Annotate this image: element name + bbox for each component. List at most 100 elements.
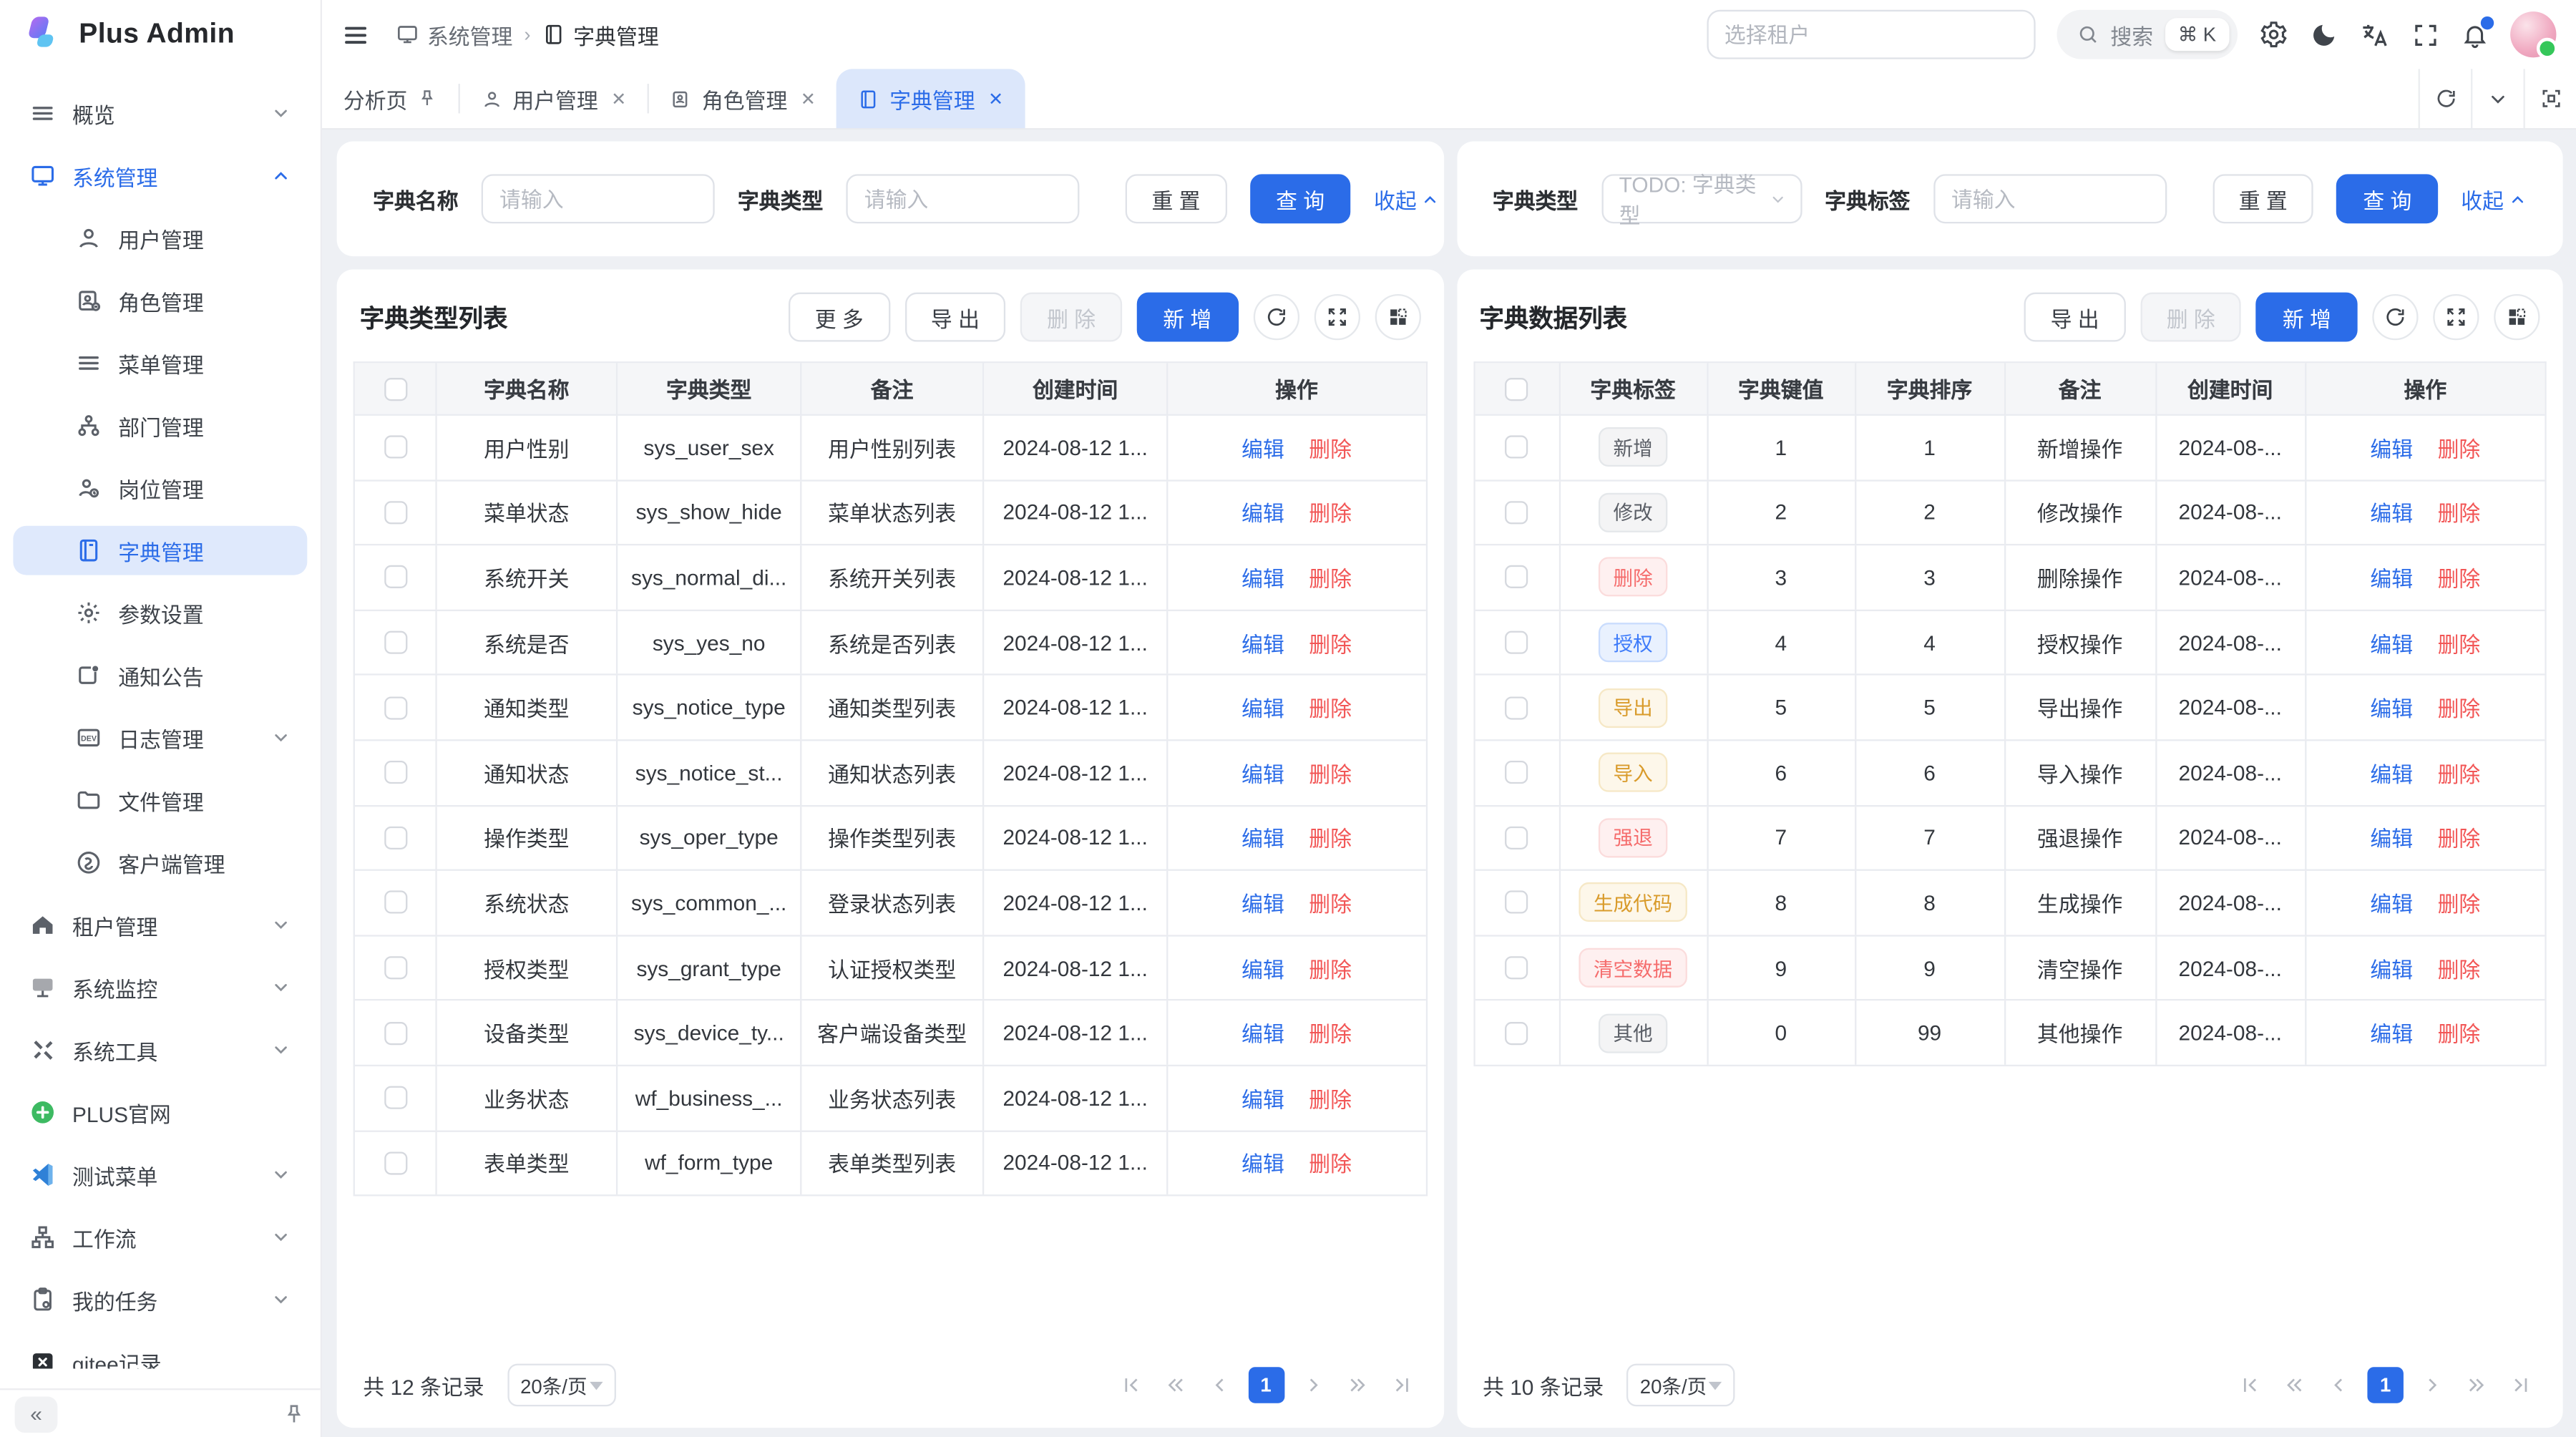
edit-link[interactable]: 编辑 [1241,562,1284,593]
delete-link[interactable]: 删除 [2438,822,2481,854]
row-checkbox[interactable] [1505,827,1528,849]
dict-name-input[interactable] [482,174,715,223]
delete-link[interactable]: 删除 [2438,692,2481,724]
last-page-icon[interactable] [2504,1369,2537,1402]
row-checkbox[interactable] [1505,501,1528,524]
add-button[interactable]: 新 增 [1136,293,1237,342]
dict-type-select[interactable]: TODO: 字典类型 [1601,174,1802,223]
select-all-checkbox[interactable] [384,377,406,400]
delete-link[interactable]: 删除 [1309,1147,1352,1179]
sidebar-item-tenant-mgmt[interactable]: 租户管理 [13,900,307,950]
row-checkbox[interactable] [384,566,406,589]
user-avatar[interactable] [2510,11,2556,57]
edit-link[interactable]: 编辑 [1241,692,1284,724]
delete-link[interactable]: 删除 [2438,757,2481,789]
edit-link[interactable]: 编辑 [2370,887,2413,919]
column-settings-icon[interactable] [1375,294,1420,340]
delete-link[interactable]: 删除 [2438,953,2481,984]
edit-link[interactable]: 编辑 [2370,497,2413,528]
delete-link[interactable]: 删除 [1309,822,1352,854]
row-checkbox[interactable] [384,631,406,654]
sidebar-pin-icon[interactable] [283,1403,306,1426]
delete-link[interactable]: 删除 [2438,432,2481,463]
sidebar-item-plus-website[interactable]: PLUS官网 [13,1088,307,1137]
edit-link[interactable]: 编辑 [1241,627,1284,658]
edit-link[interactable]: 编辑 [2370,562,2413,593]
row-checkbox[interactable] [1505,436,1528,459]
sidebar-item-dict-mgmt[interactable]: 字典管理 [13,526,307,575]
reset-button[interactable]: 重 置 [1126,174,1226,223]
export-button[interactable]: 导 出 [904,293,1005,342]
more-button[interactable]: 更 多 [789,293,889,342]
sidebar-item-my-tasks[interactable]: 我的任务 [13,1275,307,1325]
row-checkbox[interactable] [1505,566,1528,589]
jump-forward-icon[interactable] [2459,1369,2492,1402]
select-all-checkbox[interactable] [1505,377,1528,400]
delete-link[interactable]: 删除 [2438,887,2481,919]
sidebar-item-menu-mgmt[interactable]: 菜单管理 [13,338,307,388]
delete-link[interactable]: 删除 [2438,497,2481,528]
current-page[interactable]: 1 [1248,1367,1284,1403]
delete-link[interactable]: 删除 [1309,562,1352,593]
next-page-icon[interactable] [1295,1369,1328,1402]
row-checkbox[interactable] [384,761,406,784]
jump-forward-icon[interactable] [1340,1369,1372,1402]
edit-link[interactable]: 编辑 [2370,1017,2413,1048]
next-page-icon[interactable] [2415,1369,2448,1402]
sidebar-item-system-mgmt[interactable]: 系统管理 [13,151,307,200]
edit-link[interactable]: 编辑 [1241,757,1284,789]
dark-mode-moon-icon[interactable] [2310,21,2338,49]
tenant-select-input[interactable] [1707,10,2035,59]
first-page-icon[interactable] [2234,1369,2267,1402]
sidebar-item-system-tools[interactable]: 系统工具 [13,1026,307,1075]
delete-link[interactable]: 删除 [1309,432,1352,463]
edit-link[interactable]: 编辑 [1241,1082,1284,1114]
delete-link[interactable]: 删除 [1309,692,1352,724]
close-icon[interactable]: ✕ [988,88,1003,109]
row-checkbox[interactable] [384,956,406,979]
row-checkbox[interactable] [1505,956,1528,979]
tab-fullscreen-icon[interactable] [2524,69,2576,128]
row-checkbox[interactable] [1505,761,1528,784]
add-button[interactable]: 新 增 [2256,293,2357,342]
edit-link[interactable]: 编辑 [2370,757,2413,789]
query-button[interactable]: 查 询 [2337,174,2438,223]
refresh-icon[interactable] [2372,294,2418,340]
prev-page-icon[interactable] [1204,1369,1236,1402]
sidebar-item-user-mgmt[interactable]: 用户管理 [13,213,307,263]
row-checkbox[interactable] [384,696,406,719]
delete-button[interactable]: 删 除 [2140,293,2241,342]
row-checkbox[interactable] [1505,891,1528,914]
delete-button[interactable]: 删 除 [1020,293,1121,342]
jump-back-icon[interactable] [2278,1369,2311,1402]
edit-link[interactable]: 编辑 [2370,692,2413,724]
delete-link[interactable]: 删除 [1309,1017,1352,1048]
delete-link[interactable]: 删除 [2438,627,2481,658]
row-checkbox[interactable] [1505,1021,1528,1044]
tab-dict-mgmt[interactable]: 字典管理 ✕ [837,69,1025,128]
tab-analysis[interactable]: 分析页 [322,69,459,128]
row-checkbox[interactable] [384,436,406,459]
delete-link[interactable]: 删除 [1309,757,1352,789]
tab-more-chevron-icon[interactable] [2471,69,2523,128]
sidebar-item-param-settings[interactable]: 参数设置 [13,588,307,638]
export-button[interactable]: 导 出 [2024,293,2125,342]
row-checkbox[interactable] [1505,631,1528,654]
sidebar-item-role-mgmt[interactable]: 角色管理 [13,276,307,326]
edit-link[interactable]: 编辑 [1241,1147,1284,1179]
delete-link[interactable]: 删除 [1309,887,1352,919]
row-checkbox[interactable] [1505,696,1528,719]
refresh-icon[interactable] [1253,294,1299,340]
edit-link[interactable]: 编辑 [2370,822,2413,854]
edit-link[interactable]: 编辑 [1241,822,1284,854]
dict-type-input[interactable] [846,174,1079,223]
delete-link[interactable]: 删除 [1309,497,1352,528]
sidebar-item-log-mgmt[interactable]: DEV 日志管理 [13,713,307,762]
sidebar-item-dept-mgmt[interactable]: 部门管理 [13,401,307,450]
column-settings-icon[interactable] [2494,294,2540,340]
edit-link[interactable]: 编辑 [1241,1017,1284,1048]
edit-link[interactable]: 编辑 [1241,887,1284,919]
page-size-select[interactable]: 20条/页 [507,1364,616,1407]
row-checkbox[interactable] [384,827,406,849]
sidebar-item-notice[interactable]: 通知公告 [13,651,307,700]
